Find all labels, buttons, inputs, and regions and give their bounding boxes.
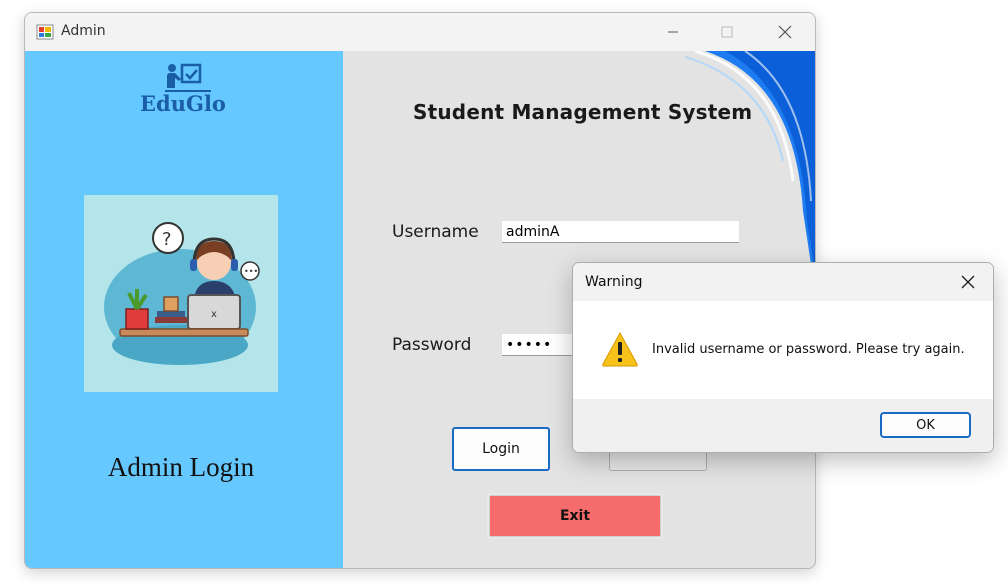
svg-text:•••: ••• bbox=[244, 267, 258, 276]
svg-text:?: ? bbox=[162, 229, 172, 250]
maximize-icon bbox=[721, 26, 733, 38]
login-button[interactable]: Login bbox=[452, 427, 550, 471]
window-title: Admin bbox=[61, 23, 106, 39]
exit-button[interactable]: Exit bbox=[487, 493, 663, 539]
ok-button[interactable]: OK bbox=[880, 412, 971, 438]
close-button[interactable] bbox=[757, 13, 813, 51]
username-label: Username bbox=[392, 222, 479, 242]
dialog-title: Warning bbox=[585, 274, 643, 290]
username-input[interactable] bbox=[502, 221, 739, 243]
svg-text:x: x bbox=[211, 309, 217, 320]
maximize-button[interactable] bbox=[699, 13, 755, 51]
dialog-message: Invalid username or password. Please try… bbox=[652, 342, 965, 357]
dialog-titlebar[interactable]: Warning bbox=[573, 263, 993, 301]
app-title: Student Management System bbox=[413, 100, 753, 124]
admin-login-heading: Admin Login bbox=[107, 452, 255, 482]
minimize-button[interactable] bbox=[645, 13, 701, 51]
sidebar-panel: EduGlo ? ••• x Admin Login bbox=[25, 51, 343, 568]
warning-dialog: Warning Invalid username or password. Pl… bbox=[572, 262, 994, 453]
support-agent-illustration: ? ••• x bbox=[84, 195, 278, 392]
teacher-board-icon bbox=[165, 63, 211, 92]
dialog-footer: OK bbox=[573, 399, 993, 452]
password-label: Password bbox=[392, 335, 472, 355]
windows-forms-app-icon bbox=[36, 24, 54, 40]
minimize-icon bbox=[668, 31, 678, 33]
dialog-body: Invalid username or password. Please try… bbox=[573, 301, 993, 399]
close-icon bbox=[961, 275, 975, 289]
close-icon bbox=[778, 25, 792, 39]
brand-name: EduGlo bbox=[140, 91, 226, 116]
window-titlebar[interactable]: Admin bbox=[25, 13, 815, 51]
blue-wave-decoration bbox=[685, 51, 815, 291]
warning-icon bbox=[602, 331, 638, 367]
dialog-close-button[interactable] bbox=[943, 263, 993, 301]
